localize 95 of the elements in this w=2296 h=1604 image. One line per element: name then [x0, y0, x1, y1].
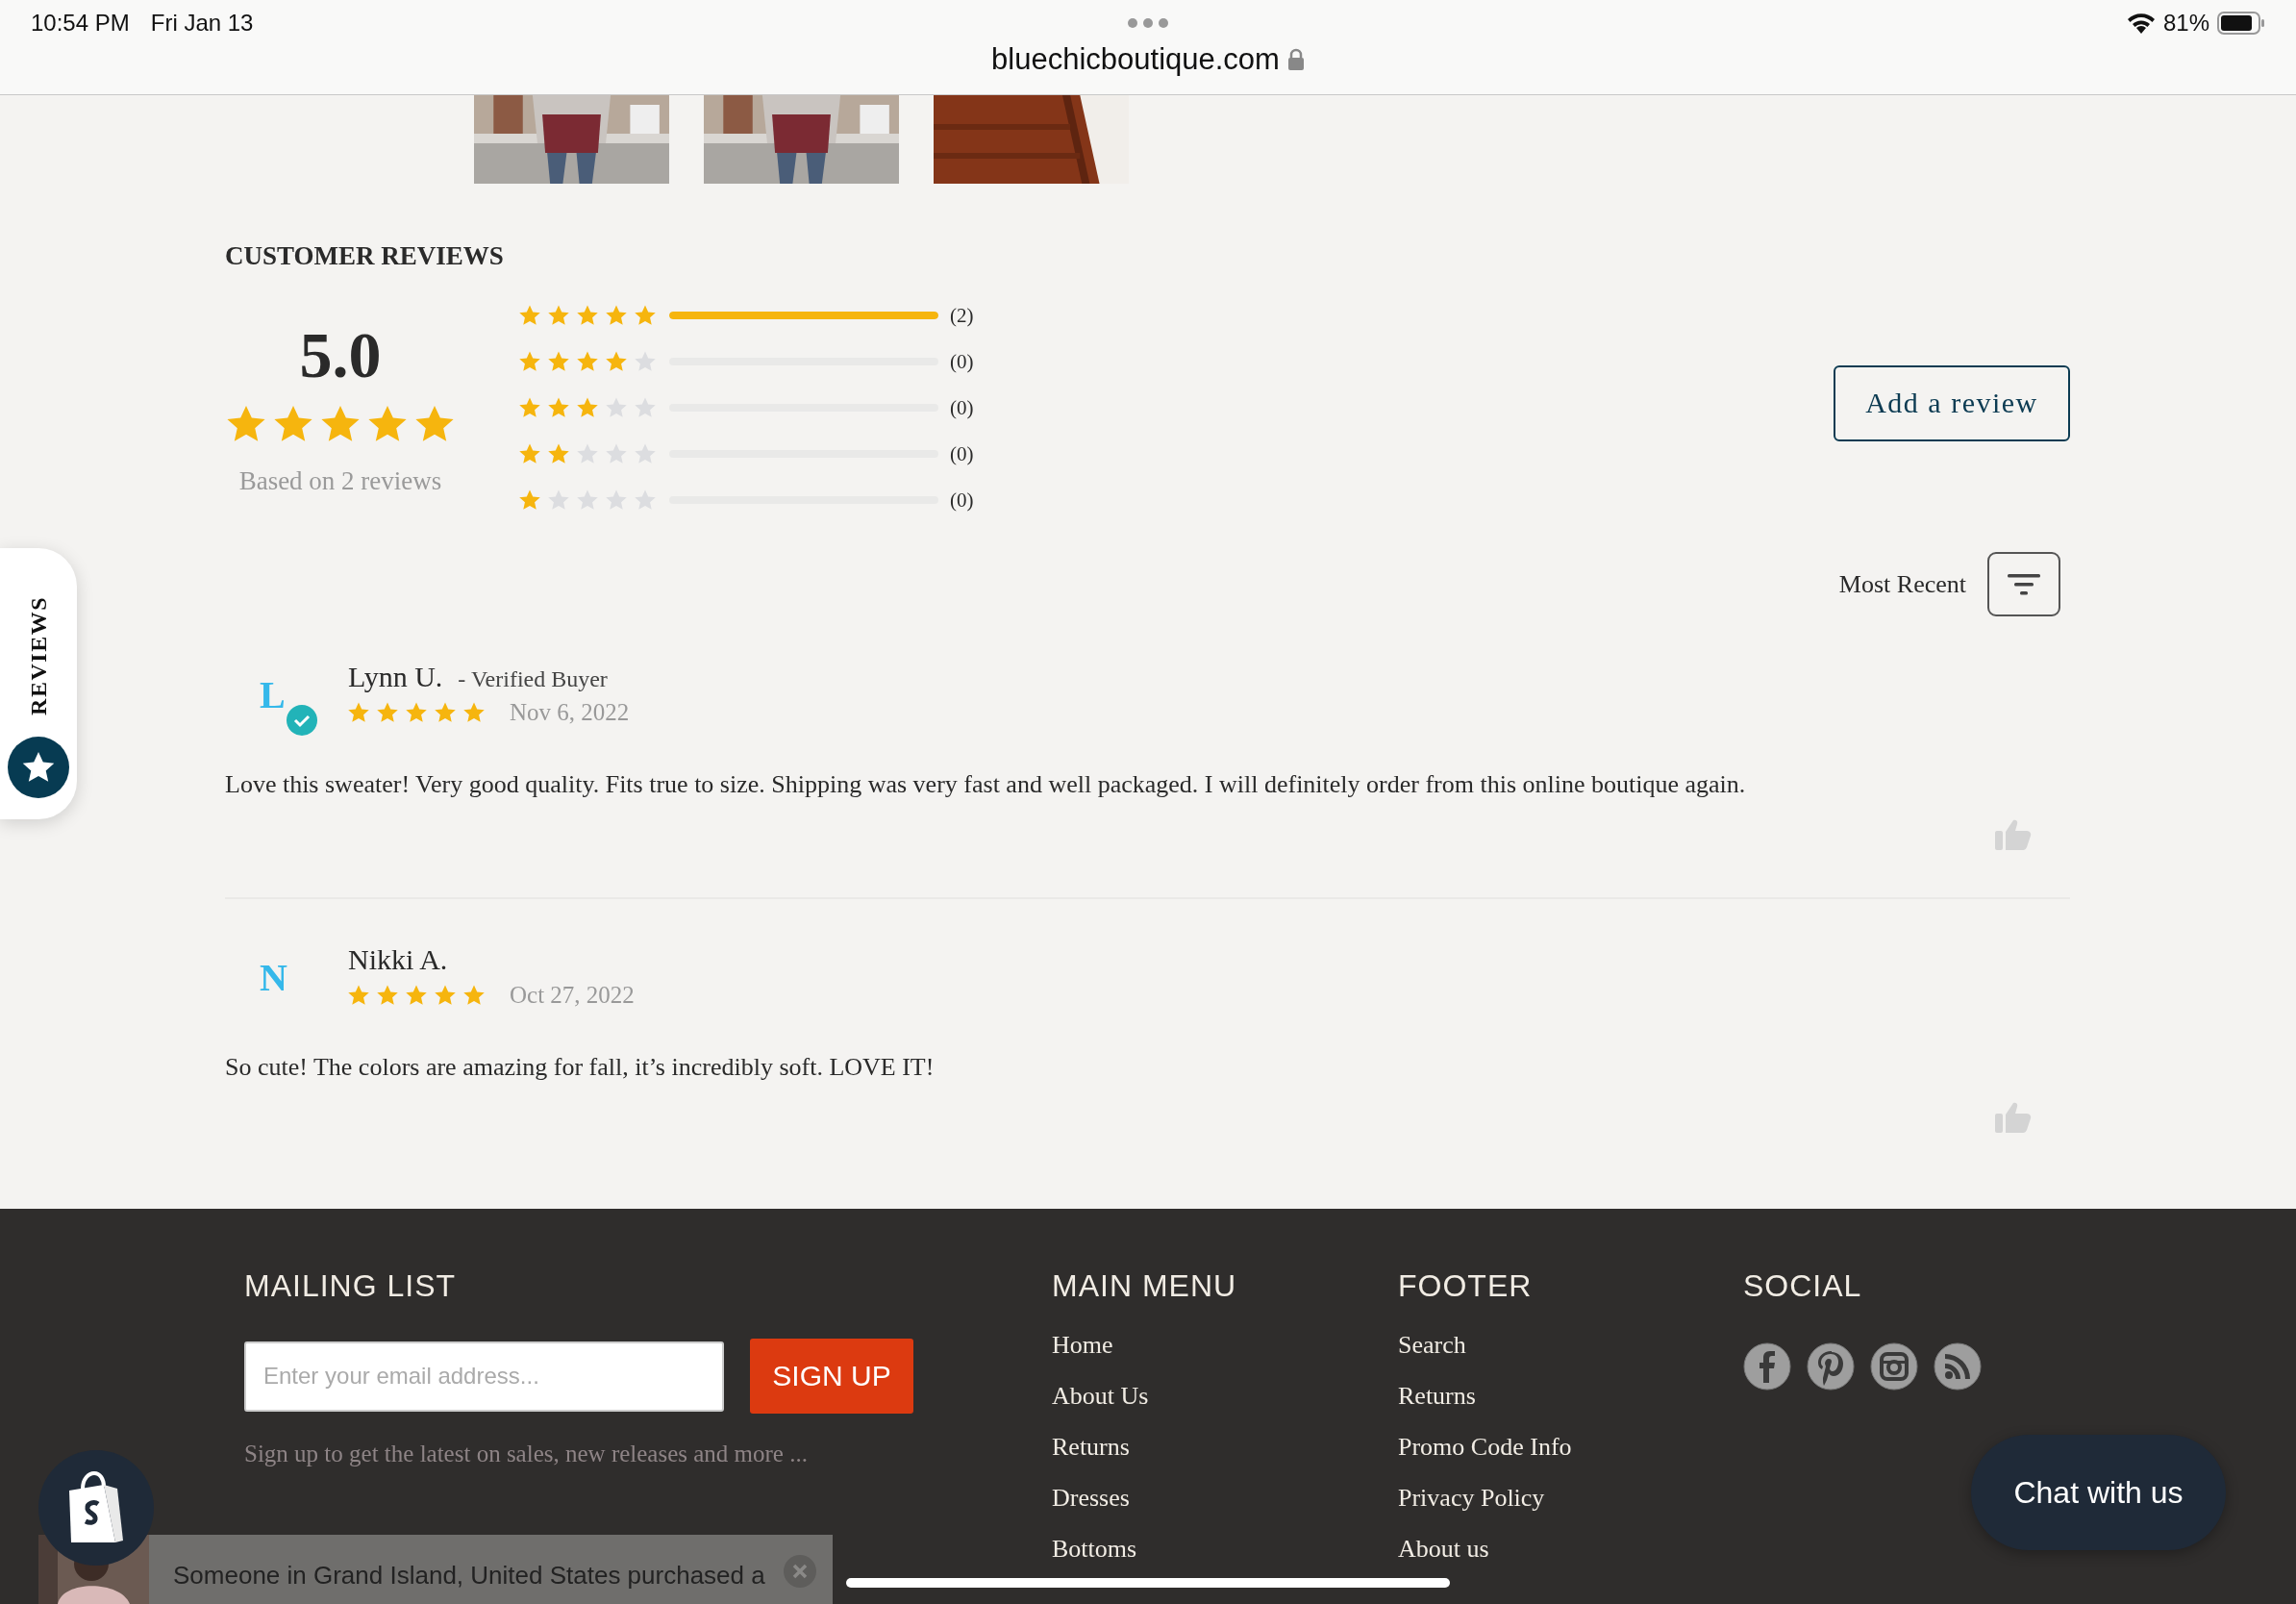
add-review-button[interactable]: Add a review [1834, 364, 2070, 441]
star-icon [274, 404, 312, 443]
chat-button[interactable]: Chat with us [1971, 1435, 2226, 1550]
star-icon [406, 985, 427, 1006]
review-date: Nov 6, 2022 [510, 699, 630, 726]
star-icon [435, 702, 456, 723]
url-text[interactable]: bluechicboutique.com [991, 42, 1280, 77]
review-count: Based on 2 reviews [238, 465, 442, 496]
star-icon [519, 305, 540, 326]
star-icon [519, 397, 540, 418]
filter-icon [2008, 573, 2040, 595]
star-icon [406, 702, 427, 723]
star-icon [519, 351, 540, 372]
average-rating: 5.0 [299, 319, 382, 391]
star-icon [577, 397, 598, 418]
footer-heading: SOCIAL [1743, 1268, 1863, 1304]
signup-note: Sign up to get the latest on sales, new releases and more ... [244, 1441, 809, 1467]
footer-link[interactable]: About Us [1052, 1380, 1398, 1412]
star-icon [577, 443, 598, 464]
pinterest-icon[interactable] [1807, 1342, 1855, 1391]
battery-icon [2217, 12, 2265, 35]
footer-link[interactable]: Returns [1052, 1431, 1398, 1463]
footer-link[interactable]: Home [1052, 1329, 1398, 1361]
more-icon[interactable] [1127, 17, 1169, 29]
footer-link[interactable]: Dresses [1052, 1482, 1398, 1514]
star-icon [548, 305, 569, 326]
star-icon [635, 443, 656, 464]
reviewer-name: Lynn U. [348, 661, 443, 693]
star-icon [606, 397, 627, 418]
rating-count: (2) [950, 303, 974, 328]
star-icon [348, 985, 369, 1006]
star-icon [606, 489, 627, 511]
star-icon [577, 351, 598, 372]
star-icon [548, 397, 569, 418]
rss-icon[interactable] [1934, 1342, 1982, 1391]
star-icon [635, 397, 656, 418]
review-date: Oct 27, 2022 [510, 982, 635, 1009]
star-icon [377, 985, 398, 1006]
wifi-icon [2126, 13, 2156, 34]
footer-heading: MAIN MENU [1052, 1268, 1238, 1304]
rating-count: (0) [950, 441, 974, 466]
star-icon [577, 489, 598, 511]
avatar-initial: L [260, 672, 286, 717]
status-date: Fri Jan 13 [150, 10, 254, 37]
star-icon [548, 443, 569, 464]
star-icon [635, 489, 656, 511]
star-icon [519, 489, 540, 511]
star-icon [548, 351, 569, 372]
avatar-initial: N [260, 955, 287, 1000]
star-icon [321, 404, 360, 443]
rating-count: (0) [950, 488, 974, 513]
star-icon [463, 985, 485, 1006]
filter-button[interactable] [1987, 552, 2060, 616]
section-title: CUSTOMER REVIEWS [225, 241, 505, 271]
star-icon [348, 702, 369, 723]
review-text: So cute! The colors are amazing for fall, it’s incredibly soft. LOVE IT! [225, 1053, 936, 1082]
star-icon [635, 351, 656, 372]
star-icon [635, 305, 656, 326]
sort-label: Most Recent [1838, 569, 1966, 599]
rating-count: (0) [950, 349, 974, 374]
status-time: 10:54 PM [31, 10, 130, 37]
footer-link[interactable]: Search [1398, 1329, 1743, 1361]
star-icon [377, 702, 398, 723]
footer-heading: FOOTER [1398, 1268, 1534, 1304]
instagram-icon[interactable] [1870, 1342, 1918, 1391]
verified-label: - Verified Buyer [458, 666, 608, 692]
footer-link[interactable]: Bottoms [1052, 1533, 1398, 1565]
facebook-icon[interactable] [1743, 1342, 1791, 1391]
thumbs-up-icon[interactable] [1995, 818, 2032, 851]
footer-link[interactable]: Returns [1398, 1380, 1743, 1412]
footer-link[interactable]: About us [1398, 1533, 1743, 1565]
notification-text: Someone in Grand Island, United States purchased a [173, 1561, 765, 1591]
review-text: Love this sweater! Very good quality. Fits true to size. Shipping was very fast and well packaged. I will definitely order from this online boutique again. [225, 770, 1747, 799]
star-icon [415, 404, 454, 443]
star-icon [606, 443, 627, 464]
rating-count: (0) [950, 395, 974, 420]
thumbs-up-icon[interactable] [1995, 1101, 2032, 1134]
footer-heading: MAILING LIST [244, 1268, 458, 1304]
star-icon [577, 305, 598, 326]
star-icon [435, 985, 456, 1006]
footer-link[interactable]: Privacy Policy [1398, 1482, 1743, 1514]
reviews-tab[interactable]: REVIEWS [0, 548, 77, 819]
star-icon [606, 305, 627, 326]
star-icon [548, 489, 569, 511]
battery-level: 81% [2162, 10, 2209, 37]
email-field[interactable]: Enter your email address... [244, 1341, 724, 1412]
lock-icon [1286, 48, 1305, 71]
sign-up-button[interactable]: SIGN UP [750, 1339, 913, 1414]
star-icon [463, 702, 485, 723]
star-icon [519, 443, 540, 464]
star-icon [606, 351, 627, 372]
star-icon [368, 404, 407, 443]
reviewer-name: Nikki A. [348, 943, 448, 976]
star-icon [227, 404, 265, 443]
footer-link[interactable]: Promo Code Info [1398, 1431, 1743, 1463]
